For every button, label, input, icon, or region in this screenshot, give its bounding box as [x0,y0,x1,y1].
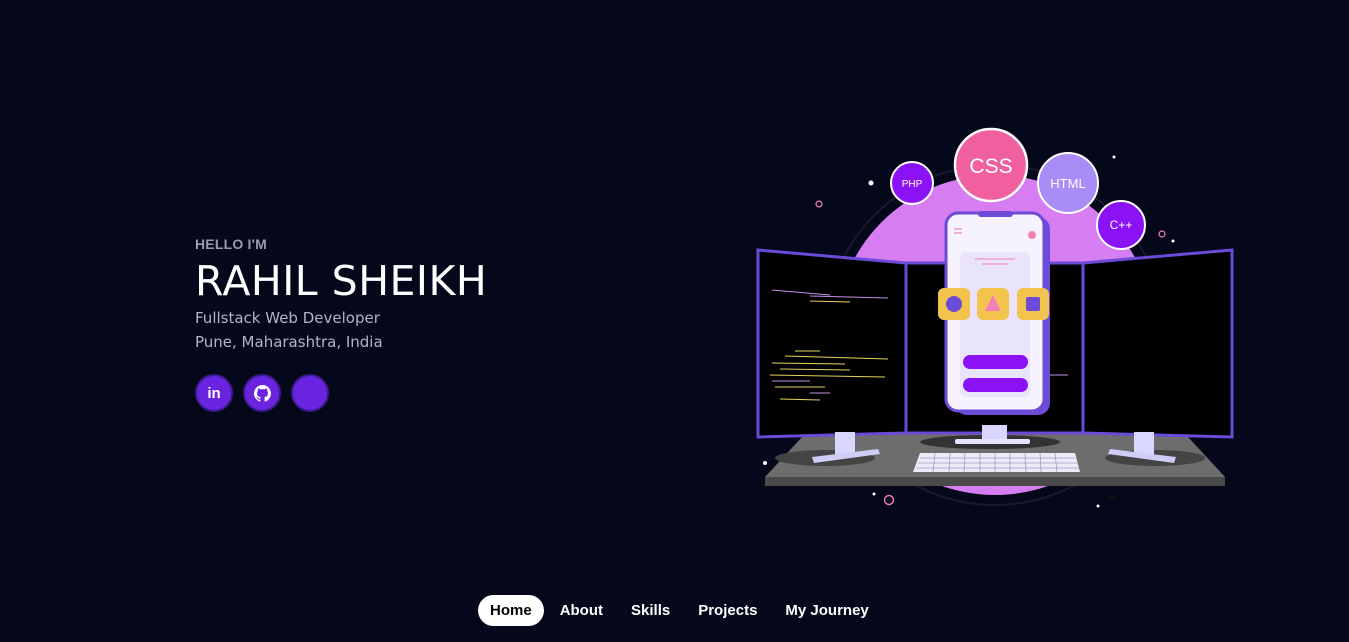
nav-projects[interactable]: Projects [686,595,769,626]
nav-home[interactable]: Home [478,595,544,626]
hero-location: Pune, Maharashtra, India [195,333,383,351]
keyboard [913,452,1080,473]
svg-text:C++: C++ [1110,218,1133,232]
svg-text:CSS: CSS [969,155,1012,178]
hero-greeting: HELLO I'M [195,236,268,252]
hero-intro: HELLO I'M RAHIL SHEIKH Fullstack Web Dev… [195,236,487,412]
social-links: in [195,374,487,412]
php-bubble: PHP [890,161,934,205]
extra-social-button[interactable] [291,374,329,412]
hero-name: RAHIL SHEIKH [195,257,488,305]
phone-mockup [938,211,1050,415]
linkedin-icon: in [207,384,221,402]
svg-text:PHP: PHP [902,179,923,190]
svg-text:HTML: HTML [1050,176,1085,191]
hero-illustration: PHP CSS HTML C++ [750,125,1240,515]
left-monitor [756,248,908,439]
github-button[interactable] [243,374,281,412]
nav-my-journey[interactable]: My Journey [773,595,880,626]
bottom-nav: Home About Skills Projects My Journey [478,595,881,626]
right-monitor [1081,248,1234,439]
developer-workstation-illustration: PHP CSS HTML C++ [756,127,1234,508]
github-icon [253,384,271,402]
css-bubble: CSS [953,127,1029,203]
nav-skills[interactable]: Skills [619,595,682,626]
nav-about[interactable]: About [548,595,615,626]
page: HELLO I'M RAHIL SHEIKH Fullstack Web Dev… [0,0,1349,642]
cpp-bubble: C++ [1096,200,1146,250]
hero-role: Fullstack Web Developer [195,309,380,327]
linkedin-button[interactable]: in [195,374,233,412]
html-bubble: HTML [1037,152,1099,214]
